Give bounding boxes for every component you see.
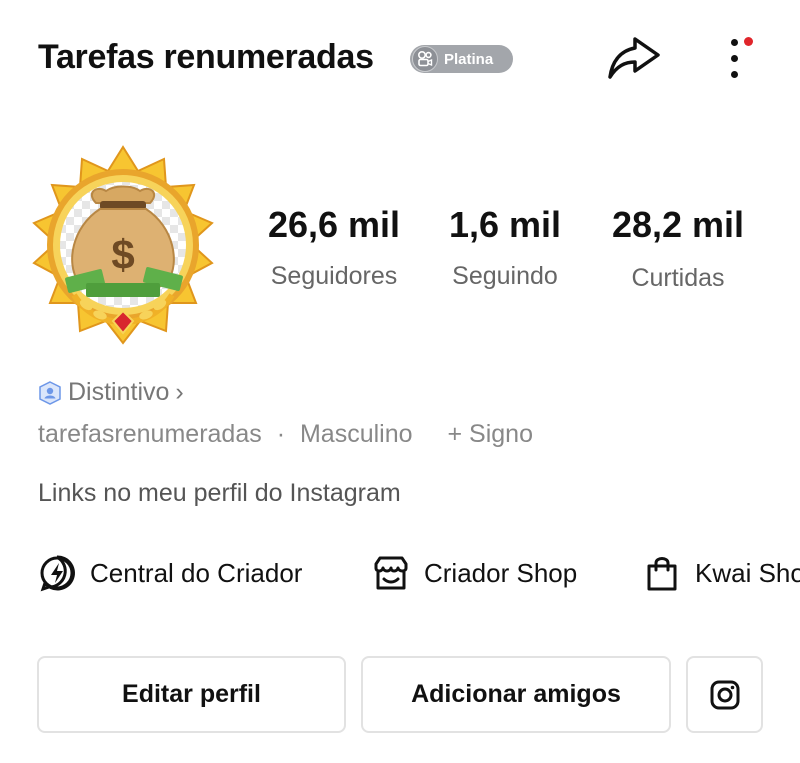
profile-meta: tarefasrenumeradas · Masculino + Signo	[38, 420, 533, 449]
shortcut-label: Kwai Sho	[695, 557, 800, 588]
money-bag-icon: $	[32, 145, 214, 345]
followers-label[interactable]: Seguidores	[254, 262, 414, 291]
following-count[interactable]: 1,6 mil	[430, 204, 580, 246]
more-vertical-icon	[731, 39, 738, 46]
distintivo-link[interactable]: Distintivo ›	[38, 378, 184, 407]
profile-title: Tarefas renumeradas	[38, 38, 374, 76]
instagram-icon	[710, 680, 739, 709]
likes-label[interactable]: Curtidas	[596, 264, 760, 293]
likes-count[interactable]: 28,2 mil	[596, 204, 760, 246]
following-label[interactable]: Seguindo	[430, 262, 580, 291]
shortcut-label: Central do Criador	[90, 557, 303, 588]
more-dot	[731, 55, 738, 62]
kwai-logo-icon	[412, 46, 438, 72]
share-arrow-icon	[608, 37, 660, 79]
followers-count[interactable]: 26,6 mil	[254, 204, 414, 246]
chevron-right-icon: ›	[175, 378, 184, 406]
badge-label: Platina	[444, 50, 494, 68]
share-button[interactable]	[604, 33, 662, 85]
creator-center-link[interactable]: Central do Criador	[38, 554, 302, 592]
platinum-badge[interactable]: Platina	[410, 45, 513, 73]
badge-shield-icon	[39, 380, 61, 405]
edit-profile-button[interactable]: Editar perfil	[37, 656, 346, 733]
bio-text: Links no meu perfil do Instagram	[38, 479, 401, 507]
gender: Masculino	[299, 420, 413, 448]
avatar[interactable]: $	[26, 145, 220, 345]
shopping-bag-icon	[647, 557, 677, 591]
more-dot	[731, 71, 738, 78]
edit-profile-label: Editar perfil	[122, 680, 261, 708]
add-friends-button[interactable]: Adicionar amigos	[361, 656, 671, 733]
kwai-shop-link[interactable]: Kwai Sho	[643, 554, 800, 592]
add-sign-button[interactable]: + Signo	[447, 420, 533, 448]
svg-text:$: $	[111, 231, 134, 278]
more-options-button[interactable]	[720, 33, 760, 85]
lightning-circle-icon	[40, 555, 75, 592]
separator: ·	[276, 420, 286, 448]
username: tarefasrenumeradas	[38, 420, 262, 448]
shortcut-label: Criador Shop	[424, 557, 578, 588]
storefront-icon	[374, 556, 408, 590]
instagram-button[interactable]	[686, 656, 763, 733]
notification-dot	[744, 37, 753, 46]
creator-shop-link[interactable]: Criador Shop	[372, 554, 577, 592]
add-friends-label: Adicionar amigos	[411, 680, 621, 708]
distintivo-label: Distintivo	[68, 378, 170, 406]
